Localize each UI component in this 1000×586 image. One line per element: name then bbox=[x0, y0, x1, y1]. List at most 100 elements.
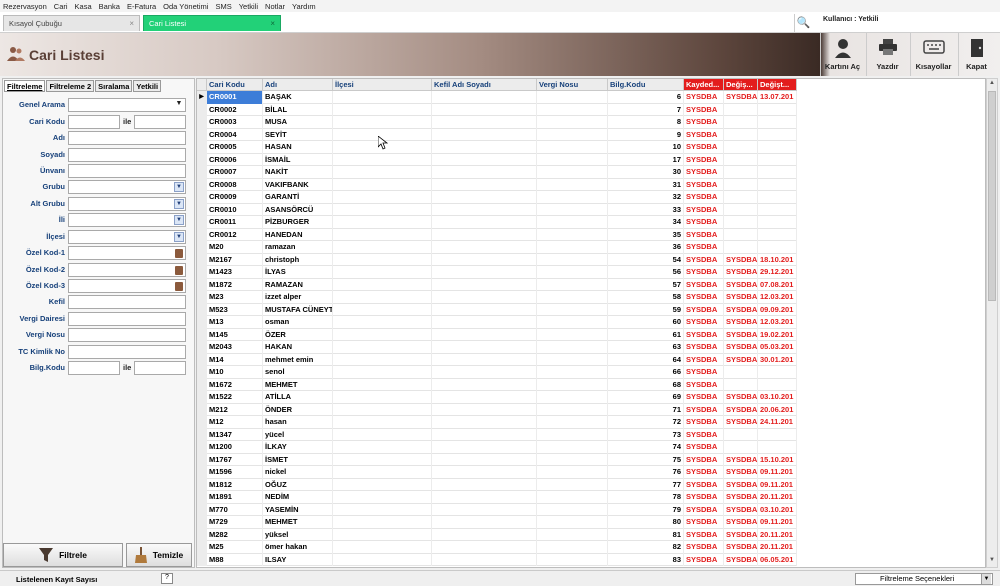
cell-vergi-nosu[interactable] bbox=[537, 216, 608, 229]
table-row[interactable]: M2043 HAKAN 63 SYSDBA SYSDBA 05.03.201 bbox=[197, 341, 797, 354]
cell-degistiren[interactable]: SYSDBA bbox=[724, 553, 758, 566]
cell-kefil[interactable] bbox=[432, 153, 537, 166]
row-indicator[interactable] bbox=[197, 291, 207, 304]
table-row[interactable]: M282 yüksel 81 SYSDBA SYSDBA 20.11.201 bbox=[197, 528, 797, 541]
row-indicator[interactable] bbox=[197, 466, 207, 479]
cell-vergi-nosu[interactable] bbox=[537, 153, 608, 166]
cell-bilg-kodu[interactable]: 63 bbox=[608, 341, 684, 354]
cell-kaydeden[interactable]: SYSDBA bbox=[684, 366, 724, 379]
cell-kaydeden[interactable]: SYSDBA bbox=[684, 516, 724, 529]
cell-degistirme-tarihi[interactable]: 18.10.201 bbox=[758, 253, 797, 266]
row-indicator[interactable] bbox=[197, 303, 207, 316]
cell-degistiren[interactable]: SYSDBA bbox=[724, 453, 758, 466]
print-button[interactable]: Yazdır bbox=[866, 33, 908, 76]
cell-adi[interactable]: MUSTAFA CÜNEYT bbox=[263, 303, 333, 316]
cell-kefil[interactable] bbox=[432, 116, 537, 129]
cell-degistiren[interactable]: SYSDBA bbox=[724, 253, 758, 266]
cell-degistiren[interactable] bbox=[724, 228, 758, 241]
row-indicator[interactable] bbox=[197, 341, 207, 354]
cell-kefil[interactable] bbox=[432, 266, 537, 279]
cell-cari-kodu[interactable]: CR0008 bbox=[207, 178, 263, 191]
cell-vergi-nosu[interactable] bbox=[537, 353, 608, 366]
cell-degistirme-tarihi[interactable]: 03.10.201 bbox=[758, 391, 797, 404]
cell-ilcesi[interactable] bbox=[333, 228, 432, 241]
tab-filtreleme[interactable]: Filtreleme bbox=[4, 80, 46, 92]
cell-kefil[interactable] bbox=[432, 478, 537, 491]
cell-vergi-nosu[interactable] bbox=[537, 441, 608, 454]
cell-degistirme-tarihi[interactable] bbox=[758, 366, 797, 379]
cell-vergi-nosu[interactable] bbox=[537, 516, 608, 529]
tab-yetkili[interactable]: Yetkili bbox=[133, 80, 162, 92]
cell-bilg-kodu[interactable]: 57 bbox=[608, 278, 684, 291]
cell-bilg-kodu[interactable]: 6 bbox=[608, 91, 684, 104]
cell-cari-kodu[interactable]: M770 bbox=[207, 503, 263, 516]
title-input[interactable] bbox=[68, 164, 186, 178]
cell-degistirme-tarihi[interactable] bbox=[758, 228, 797, 241]
cell-ilcesi[interactable] bbox=[333, 441, 432, 454]
cell-cari-kodu[interactable]: CR0003 bbox=[207, 116, 263, 129]
table-row[interactable]: M1767 İSMET 75 SYSDBA SYSDBA 15.10.201 bbox=[197, 453, 797, 466]
cell-cari-kodu[interactable]: CR0010 bbox=[207, 203, 263, 216]
cell-kaydeden[interactable]: SYSDBA bbox=[684, 278, 724, 291]
cell-kaydeden[interactable]: SYSDBA bbox=[684, 141, 724, 154]
cell-bilg-kodu[interactable]: 32 bbox=[608, 191, 684, 204]
cell-vergi-nosu[interactable] bbox=[537, 328, 608, 341]
table-row[interactable]: M1872 RAMAZAN 57 SYSDBA SYSDBA 07.08.201 bbox=[197, 278, 797, 291]
cell-adi[interactable]: MEHMET bbox=[263, 378, 333, 391]
cell-ilcesi[interactable] bbox=[333, 466, 432, 479]
cell-degistirme-tarihi[interactable] bbox=[758, 428, 797, 441]
cell-cari-kodu[interactable]: CR0006 bbox=[207, 153, 263, 166]
header-vergi-nosu[interactable]: Vergi Nosu bbox=[537, 79, 608, 91]
table-row[interactable]: M1522 ATİLLA 69 SYSDBA SYSDBA 03.10.201 bbox=[197, 391, 797, 404]
cell-ilcesi[interactable] bbox=[333, 266, 432, 279]
cell-bilg-kodu[interactable]: 10 bbox=[608, 141, 684, 154]
cell-kefil[interactable] bbox=[432, 516, 537, 529]
cell-adi[interactable]: ASANSÖRCÜ bbox=[263, 203, 333, 216]
cell-degistiren[interactable]: SYSDBA bbox=[724, 516, 758, 529]
row-indicator[interactable] bbox=[197, 403, 207, 416]
cell-vergi-nosu[interactable] bbox=[537, 341, 608, 354]
cell-adi[interactable]: İSMET bbox=[263, 453, 333, 466]
cell-adi[interactable]: HASAN bbox=[263, 141, 333, 154]
cell-ilcesi[interactable] bbox=[333, 528, 432, 541]
cell-cari-kodu[interactable]: M523 bbox=[207, 303, 263, 316]
cell-cari-kodu[interactable]: M23 bbox=[207, 291, 263, 304]
cell-adi[interactable]: YASEMİN bbox=[263, 503, 333, 516]
cell-degistirme-tarihi[interactable]: 20.11.201 bbox=[758, 541, 797, 554]
cell-degistiren[interactable] bbox=[724, 103, 758, 116]
cell-kaydeden[interactable]: SYSDBA bbox=[684, 416, 724, 429]
table-row[interactable]: M1423 İLYAS 56 SYSDBA SYSDBA 29.12.201 bbox=[197, 266, 797, 279]
cell-kaydeden[interactable]: SYSDBA bbox=[684, 241, 724, 254]
table-row[interactable]: M25 ömer hakan 82 SYSDBA SYSDBA 20.11.201 bbox=[197, 541, 797, 554]
cell-ilcesi[interactable] bbox=[333, 378, 432, 391]
cell-degistiren[interactable] bbox=[724, 203, 758, 216]
cell-vergi-nosu[interactable] bbox=[537, 541, 608, 554]
cell-degistirme-tarihi[interactable]: 03.10.201 bbox=[758, 503, 797, 516]
cell-kaydeden[interactable]: SYSDBA bbox=[684, 303, 724, 316]
chevron-down-icon[interactable]: ▼ bbox=[174, 100, 184, 110]
cell-degistiren[interactable]: SYSDBA bbox=[724, 416, 758, 429]
table-row[interactable]: M88 ILSAY 83 SYSDBA SYSDBA 06.05.201 bbox=[197, 553, 797, 566]
cell-cari-kodu[interactable]: M1672 bbox=[207, 378, 263, 391]
cell-vergi-nosu[interactable] bbox=[537, 291, 608, 304]
cell-ilcesi[interactable] bbox=[333, 303, 432, 316]
info-code-from-input[interactable] bbox=[68, 361, 120, 375]
cell-kaydeden[interactable]: SYSDBA bbox=[684, 266, 724, 279]
table-row[interactable]: M1812 OĞUZ 77 SYSDBA SYSDBA 09.11.201 bbox=[197, 478, 797, 491]
cell-degistiren[interactable]: SYSDBA bbox=[724, 303, 758, 316]
cell-kaydeden[interactable]: SYSDBA bbox=[684, 478, 724, 491]
group-select[interactable]: ▼ bbox=[68, 180, 186, 194]
cell-bilg-kodu[interactable]: 59 bbox=[608, 303, 684, 316]
cell-degistiren[interactable]: SYSDBA bbox=[724, 291, 758, 304]
row-indicator[interactable] bbox=[197, 141, 207, 154]
table-row[interactable]: ▶ CR0001 BAŞAK 6 SYSDBA SYSDBA 13.07.201 bbox=[197, 91, 797, 104]
cell-kefil[interactable] bbox=[432, 491, 537, 504]
cell-degistiren[interactable]: SYSDBA bbox=[724, 478, 758, 491]
cell-degistiren[interactable] bbox=[724, 366, 758, 379]
cell-degistiren[interactable] bbox=[724, 241, 758, 254]
cell-kaydeden[interactable]: SYSDBA bbox=[684, 541, 724, 554]
cell-ilcesi[interactable] bbox=[333, 91, 432, 104]
cell-ilcesi[interactable] bbox=[333, 278, 432, 291]
menu-item[interactable]: SMS bbox=[215, 2, 231, 11]
cell-bilg-kodu[interactable]: 9 bbox=[608, 128, 684, 141]
